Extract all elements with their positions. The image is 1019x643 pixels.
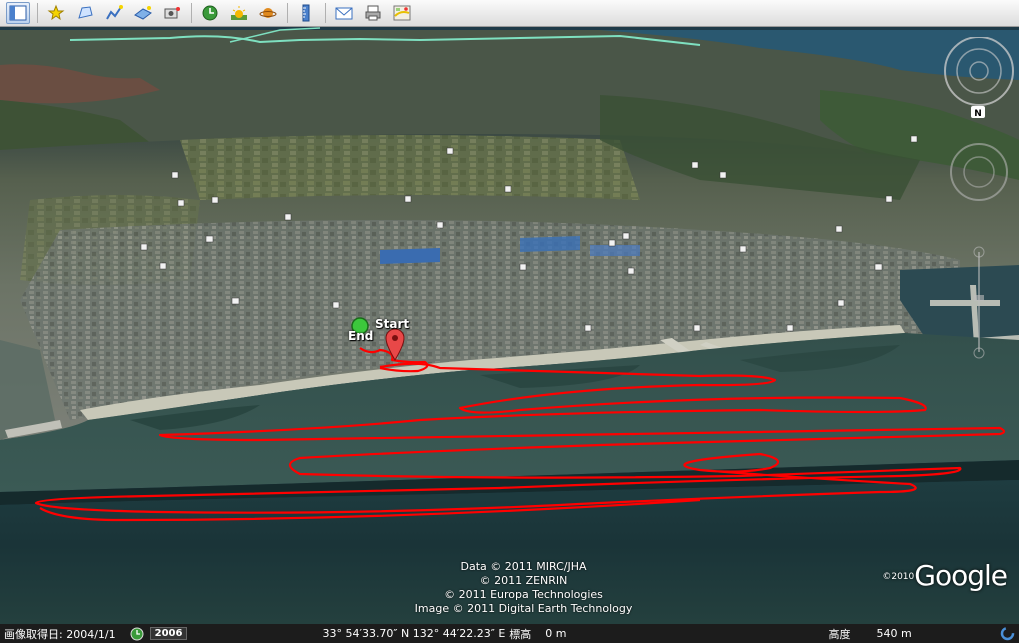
toolbar	[0, 0, 1019, 27]
email-button[interactable]	[332, 2, 356, 24]
svg-text:N: N	[974, 109, 982, 119]
toolbar-separator	[37, 3, 38, 23]
add-path-button[interactable]	[102, 2, 126, 24]
coordinates-readout: 33° 54′33.70″ N 132° 44′22.23″ E	[322, 627, 506, 640]
image-overlay-icon	[134, 6, 152, 20]
historical-imagery-button[interactable]	[198, 2, 222, 24]
add-polygon-button[interactable]	[73, 2, 97, 24]
map-viewport[interactable]: Start End N Data © 2011 MIRC/JHA © 2011 …	[0, 27, 1019, 624]
earth-terrain-view[interactable]	[0, 27, 1019, 624]
altitude-value: 540 m	[876, 627, 912, 640]
planet-icon	[259, 8, 277, 18]
camera-icon	[164, 7, 180, 19]
printer-icon	[365, 5, 381, 21]
attribution-line: Image © 2011 Digital Earth Technology	[414, 602, 633, 615]
sidebar-icon	[9, 5, 27, 21]
ruler-button[interactable]	[294, 2, 318, 24]
north-button[interactable]: N	[971, 106, 985, 119]
envelope-icon	[335, 7, 353, 20]
path-icon	[106, 5, 123, 20]
pushpin-icon	[47, 4, 65, 21]
historical-imagery-icon[interactable]	[130, 627, 144, 641]
toolbar-separator	[191, 3, 192, 23]
logo-year: ©2010	[882, 572, 915, 582]
switch-planet-button[interactable]	[256, 2, 280, 24]
zoom-slider[interactable]	[973, 246, 985, 359]
logo-text: Google	[914, 559, 1008, 592]
map-icon	[393, 5, 411, 21]
start-label[interactable]: Start	[375, 317, 409, 331]
attribution-line: Data © 2011 MIRC/JHA	[460, 560, 587, 573]
polygon-icon	[78, 6, 93, 19]
attribution-line: © 2011 ZENRIN	[479, 574, 568, 587]
move-joystick[interactable]	[950, 143, 1008, 201]
view-in-maps-button[interactable]	[390, 2, 414, 24]
sunlight-button[interactable]	[227, 2, 251, 24]
google-logo: ©2010Google	[882, 559, 1008, 592]
add-placemark-button[interactable]	[44, 2, 68, 24]
navigation-controls[interactable]: N	[939, 37, 1019, 367]
imagery-date: 画像取得日: 2004/1/1	[4, 627, 116, 641]
clock-icon	[202, 5, 218, 21]
historical-year-button[interactable]: 2006	[149, 627, 188, 640]
streaming-spinner-icon	[1000, 626, 1015, 641]
sidebar-toggle-button[interactable]	[6, 2, 30, 24]
ruler-icon	[302, 4, 310, 22]
status-bar: 画像取得日: 2004/1/1 2006 33° 54′33.70″ N 132…	[0, 624, 1019, 643]
toolbar-separator	[287, 3, 288, 23]
attribution-line: © 2011 Europa Technologies	[444, 588, 603, 601]
record-tour-button[interactable]	[160, 2, 184, 24]
print-button[interactable]	[361, 2, 385, 24]
end-label[interactable]: End	[348, 329, 373, 343]
add-image-overlay-button[interactable]	[131, 2, 155, 24]
sun-icon	[231, 6, 247, 20]
imagery-attribution: Data © 2011 MIRC/JHA © 2011 ZENRIN © 201…	[0, 560, 1019, 616]
altitude-label: 高度	[828, 627, 851, 641]
look-joystick[interactable]	[944, 37, 1014, 106]
elevation-value: 0 m	[545, 627, 567, 640]
elevation-label: 標高	[509, 627, 532, 641]
toolbar-separator	[325, 3, 326, 23]
